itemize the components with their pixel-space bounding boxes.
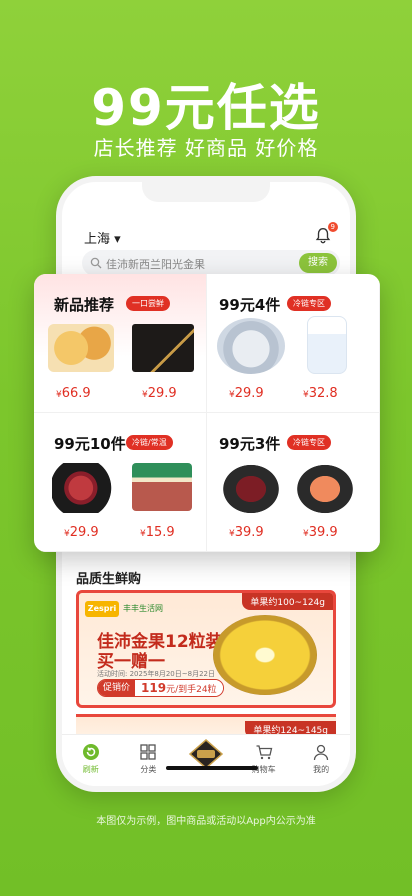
search-icon [90, 257, 102, 269]
product-image[interactable] [132, 324, 194, 372]
vip-recharge-icon [188, 739, 224, 769]
search-placeholder: 佳沛新西兰阳光金果 [106, 258, 205, 271]
section-title: 品质生鲜购 [76, 572, 142, 587]
product-image[interactable] [132, 463, 192, 511]
grid-cell-3-items[interactable]: 99元3件 冷链专区 ¥39.9 ¥39.9 [207, 413, 380, 552]
price-value: 119元/到手24粒 [135, 680, 223, 696]
grid-icon [140, 744, 157, 760]
product-price: ¥29.9 [229, 386, 264, 401]
store-name: 丰丰生活网 [123, 604, 163, 613]
cell-badge: 冷链专区 [287, 296, 331, 311]
cell-title: 新品推荐 [54, 296, 115, 314]
grid-cell-4-items[interactable]: 99元4件 冷链专区 ¥29.9 ¥32.8 [207, 274, 380, 413]
product-price: ¥39.9 [229, 525, 264, 540]
kiwi-image [213, 615, 317, 695]
cell-title: 99元3件 [219, 435, 281, 453]
refresh-icon [82, 744, 99, 760]
grid-cell-new[interactable]: 新品推荐 一口尝鲜 ¥66.9 ¥29.9 [34, 274, 207, 413]
price-number: 119 [141, 681, 167, 695]
banner-size-tag: 单果约100~124g [242, 593, 333, 610]
product-price: ¥39.9 [303, 525, 338, 540]
cell-title: 99元4件 [219, 296, 281, 314]
product-image[interactable] [52, 463, 116, 513]
product-grid-card: 新品推荐 一口尝鲜 ¥66.9 ¥29.9 99元4件 冷链专区 ¥29.9 ¥… [34, 274, 380, 552]
banner-price: 促销价 119元/到手24粒 [97, 679, 224, 697]
search-button[interactable]: 搜索 [299, 253, 337, 273]
hero-title: 99元任选 [91, 79, 321, 137]
brand-logo: Zespri [85, 601, 119, 617]
product-price: ¥32.8 [303, 386, 338, 401]
product-image[interactable] [221, 463, 281, 515]
product-price: ¥15.9 [140, 525, 175, 540]
price-label: 促销价 [98, 680, 136, 696]
hero-subtitle: 店长推荐 好商品 好价格 [93, 136, 319, 160]
cart-icon [256, 745, 272, 760]
product-price: ¥66.9 [56, 386, 91, 401]
user-icon [314, 744, 329, 761]
tab-category[interactable]: 分类 [123, 743, 173, 775]
tab-label: 我的 [313, 765, 330, 774]
location-selector[interactable]: 上海 ▾ [84, 228, 121, 247]
tab-mine[interactable]: 我的 [296, 743, 346, 775]
tab-refresh[interactable]: 刷新 [66, 743, 116, 775]
cell-badge: 冷链专区 [287, 435, 331, 450]
home-indicator [166, 766, 258, 770]
tab-label: 分类 [140, 765, 157, 774]
promo-banner[interactable]: 单果约100~124g Zespri 丰丰生活网 佳沛金果12粒装 买一赠一 活… [76, 590, 336, 708]
product-image[interactable] [217, 318, 285, 374]
tab-cart[interactable]: 购物车 [239, 743, 289, 775]
product-image[interactable] [295, 463, 355, 515]
product-image[interactable] [307, 316, 347, 374]
product-price: ¥29.9 [142, 386, 177, 401]
tab-bar: 刷新 分类 购物车 我的 [62, 734, 350, 786]
tab-label: 刷新 [82, 765, 99, 774]
phone-notch [142, 182, 270, 202]
cell-badge: 一口尝鲜 [126, 296, 170, 311]
search-bar[interactable]: 佳沛新西兰阳光金果 搜索 [82, 250, 340, 276]
banner-date: 活动时间: 2025年8月20日~8月22日 [97, 670, 215, 678]
product-image[interactable] [48, 324, 114, 372]
cell-title: 99元10件 [54, 435, 126, 453]
grid-cell-10-items[interactable]: 99元10件 冷链/常温 ¥29.9 ¥15.9 [34, 413, 207, 552]
disclaimer-text: 本图仅为示例，图中商品或活动以App内公示为准 [96, 816, 316, 827]
cell-badge: 冷链/常温 [126, 435, 173, 450]
notification-badge: 9 [327, 222, 338, 232]
price-unit: 元/到手24粒 [166, 685, 217, 695]
product-price: ¥29.9 [64, 525, 99, 540]
